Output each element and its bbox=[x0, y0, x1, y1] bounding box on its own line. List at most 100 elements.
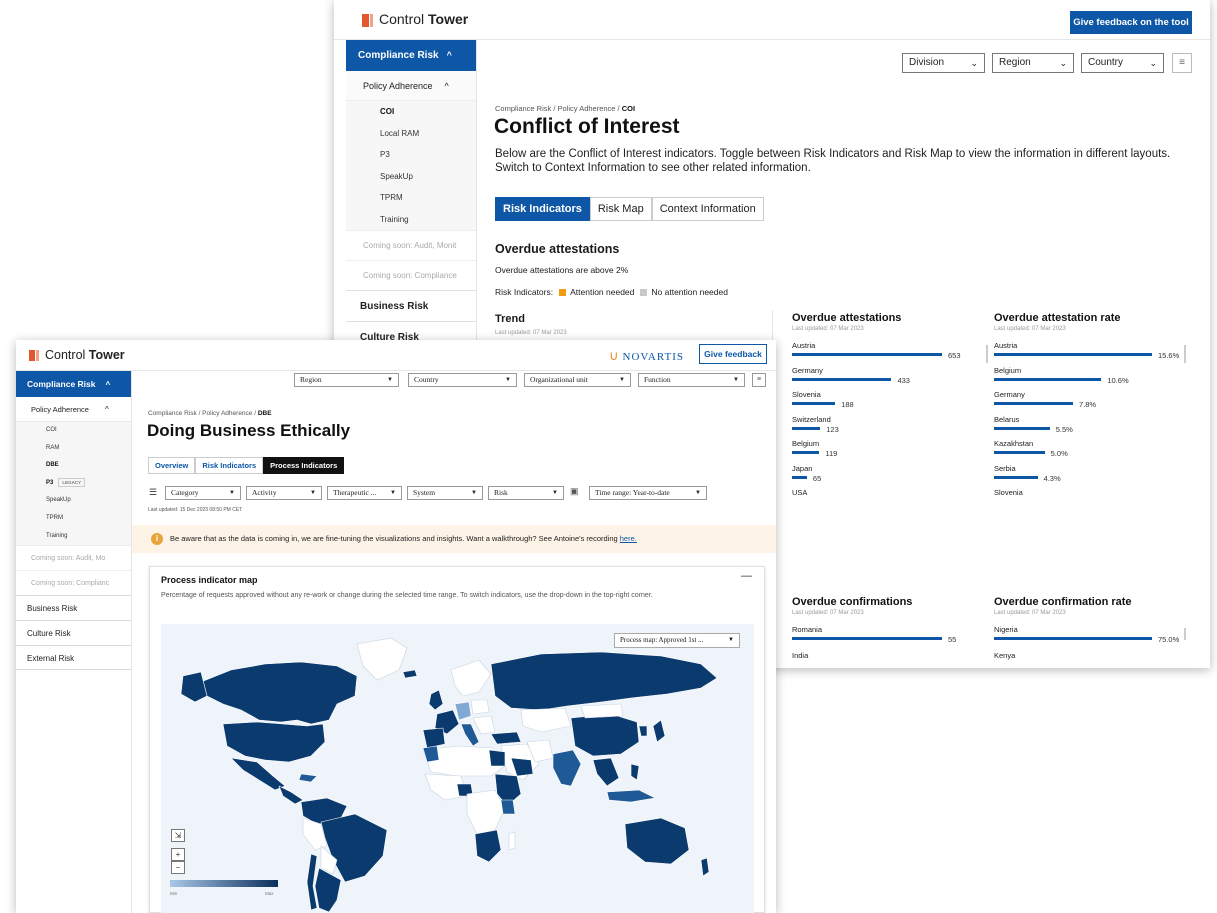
sidebar-item-ram[interactable]: RAM bbox=[16, 439, 131, 458]
region-select[interactable]: Region ⌄ bbox=[992, 53, 1074, 73]
bar-value-label: 5.0% bbox=[1050, 449, 1068, 458]
country-select-label: Country bbox=[414, 375, 439, 384]
legend-no-attention: No attention needed bbox=[651, 287, 728, 297]
bar-row[interactable]: Belgium 10.6% bbox=[994, 366, 1174, 391]
logo-text-bold: Tower bbox=[428, 11, 469, 27]
sidebar-item-training[interactable]: Training bbox=[16, 527, 131, 546]
minimize-icon[interactable]: — bbox=[741, 570, 752, 582]
recording-link[interactable]: here. bbox=[620, 534, 637, 543]
bar-row[interactable]: Japan 65 bbox=[792, 464, 967, 489]
bar-country-label: Austria bbox=[792, 341, 816, 350]
country-select[interactable]: Country ▼ bbox=[408, 373, 517, 387]
bar-row[interactable]: Kazakhstan 5.0% bbox=[994, 439, 1174, 464]
sidebar-item-tprm[interactable]: TPRM bbox=[346, 187, 476, 209]
breadcrumb-path[interactable]: Compliance Risk / Policy Adherence / bbox=[495, 104, 622, 113]
map-country-italy bbox=[460, 723, 480, 747]
system-select[interactable]: System ▼ bbox=[407, 486, 483, 500]
filter-settings-icon[interactable]: ≡ bbox=[1172, 53, 1192, 73]
tab-context-information[interactable]: Context Information bbox=[651, 197, 764, 221]
bar-mark bbox=[994, 402, 1073, 405]
zoom-out-button[interactable]: − bbox=[171, 861, 185, 874]
bar-row[interactable]: Nigeria 75.0% bbox=[994, 625, 1179, 651]
screenshot-root: Control Tower Give feedback on the tool … bbox=[0, 0, 1217, 913]
bar-row[interactable]: Serbia 4.3% bbox=[994, 464, 1174, 489]
sidebar-item-speakup[interactable]: SpeakUp bbox=[16, 492, 131, 510]
sidebar-item-coi[interactable]: COI bbox=[16, 422, 131, 440]
tab-risk-map[interactable]: Risk Map bbox=[589, 197, 652, 221]
bar-row[interactable]: Germany 7.8% bbox=[994, 390, 1174, 415]
give-feedback-tool-button[interactable]: Give feedback on the tool bbox=[1070, 11, 1192, 34]
bar-row[interactable]: Kenya bbox=[994, 651, 1174, 668]
time-range-select[interactable]: Time range: Year-to-date ▼ bbox=[589, 486, 707, 500]
chevron-down-icon: ⌄ bbox=[970, 58, 978, 68]
back-app-logo[interactable]: Control Tower bbox=[362, 11, 468, 27]
panel-scrollbar[interactable] bbox=[986, 345, 988, 363]
breadcrumb-path[interactable]: Compliance Risk / Policy Adherence / bbox=[148, 410, 258, 417]
sidebar-item-p3[interactable]: P3 bbox=[346, 144, 476, 166]
bar-mark bbox=[792, 353, 942, 356]
tab-risk-indicators[interactable]: Risk Indicators bbox=[495, 197, 590, 221]
front-app-logo[interactable]: Control Tower bbox=[29, 348, 125, 362]
country-select[interactable]: Country ⌄ bbox=[1081, 53, 1164, 73]
bar-row[interactable]: Slovenia bbox=[994, 488, 1174, 513]
bar-row[interactable]: Switzerland 123 bbox=[792, 415, 967, 440]
sidebar-section-compliance-risk[interactable]: Compliance Risk ^ bbox=[346, 40, 476, 71]
tab-overview[interactable]: Overview bbox=[148, 457, 196, 474]
sidebar-item-business-risk[interactable]: Business Risk bbox=[346, 290, 476, 321]
bar-row[interactable]: Belarus 5.5% bbox=[994, 415, 1174, 440]
sidebar-item-training[interactable]: Training bbox=[346, 208, 476, 230]
category-select[interactable]: Category ▼ bbox=[165, 486, 241, 500]
no-attention-swatch bbox=[640, 289, 648, 297]
world-map[interactable]: Process map: Approved 1st ... ▼ ⇲ + − Min… bbox=[161, 624, 754, 913]
tab-process-indicators[interactable]: Process Indicators bbox=[263, 457, 345, 474]
info-icon: i bbox=[151, 533, 163, 545]
fullscreen-icon[interactable]: ⇲ bbox=[171, 829, 185, 842]
sidebar-item-local-ram[interactable]: Local RAM bbox=[346, 122, 476, 144]
bar-country-label: India bbox=[792, 651, 809, 660]
panel-updated: Last updated: 07 Mar 2023 bbox=[792, 610, 864, 616]
sidebar-sub-policy-adherence[interactable]: Policy Adherence ^ bbox=[346, 71, 476, 101]
bar-row[interactable]: Romania 55 bbox=[792, 625, 967, 651]
panel-scrollbar[interactable] bbox=[1184, 345, 1186, 363]
filter-settings-icon[interactable]: ≡ bbox=[752, 373, 766, 387]
activity-select[interactable]: Activity ▼ bbox=[246, 486, 322, 500]
control-tower-logo-icon bbox=[362, 13, 373, 27]
sidebar-item-tprm[interactable]: TPRM bbox=[16, 509, 131, 528]
bar-row[interactable]: India bbox=[792, 651, 967, 668]
function-select[interactable]: Function ▼ bbox=[638, 373, 745, 387]
organizational-unit-select[interactable]: Organizational unit ▼ bbox=[524, 373, 631, 387]
region-select[interactable]: Region ▼ bbox=[294, 373, 399, 387]
bar-country-label: Serbia bbox=[994, 463, 1016, 473]
process-map-select[interactable]: Process map: Approved 1st ... ▼ bbox=[614, 633, 740, 648]
zoom-in-button[interactable]: + bbox=[171, 848, 185, 861]
chevron-down-icon: ▼ bbox=[733, 377, 739, 383]
sidebar-sub-policy-adherence[interactable]: Policy Adherence ^ bbox=[16, 397, 131, 422]
sidebar-item-business-risk[interactable]: Business Risk bbox=[16, 595, 131, 620]
map-country-scandinavia bbox=[450, 659, 492, 697]
bar-row[interactable]: Belgium 119 bbox=[792, 439, 967, 464]
sidebar-item-coi[interactable]: COI bbox=[346, 101, 476, 123]
bar-mark bbox=[994, 451, 1045, 454]
give-feedback-button[interactable]: Give feedback bbox=[699, 344, 767, 364]
sidebar-item-dbe[interactable]: DBE bbox=[16, 457, 131, 475]
bar-row[interactable]: USA bbox=[792, 488, 967, 513]
bar-row[interactable]: Austria 15.6% bbox=[994, 341, 1179, 366]
bar-row[interactable]: Austria 653 bbox=[792, 341, 967, 366]
sidebar-item-speakup[interactable]: SpeakUp bbox=[346, 165, 476, 187]
sidebar-section-compliance-risk[interactable]: Compliance Risk ^ bbox=[16, 371, 131, 397]
breadcrumb-current: COI bbox=[621, 104, 636, 113]
bar-row[interactable]: Slovenia 188 bbox=[792, 390, 967, 415]
filter-sliders-icon[interactable]: ☰ bbox=[149, 487, 157, 498]
bar-row[interactable]: Germany 433 bbox=[792, 366, 967, 391]
map-country-balkans bbox=[472, 715, 496, 735]
bar-country-label: Belgium bbox=[792, 439, 820, 448]
sidebar-section-label: Compliance Risk bbox=[358, 50, 439, 61]
sidebar-item-external-risk[interactable]: External Risk bbox=[16, 645, 131, 671]
tab-risk-indicators[interactable]: Risk Indicators bbox=[195, 457, 264, 474]
panel-scrollbar[interactable] bbox=[1184, 628, 1186, 640]
sidebar-item-p3[interactable]: P3 LEGACY bbox=[16, 474, 131, 493]
sidebar-item-culture-risk[interactable]: Culture Risk bbox=[16, 620, 131, 645]
risk-select[interactable]: Risk ▼ bbox=[488, 486, 564, 500]
therapeutic-select[interactable]: Therapeutic ... ▼ bbox=[327, 486, 402, 500]
division-select[interactable]: Division ⌄ bbox=[902, 53, 985, 73]
